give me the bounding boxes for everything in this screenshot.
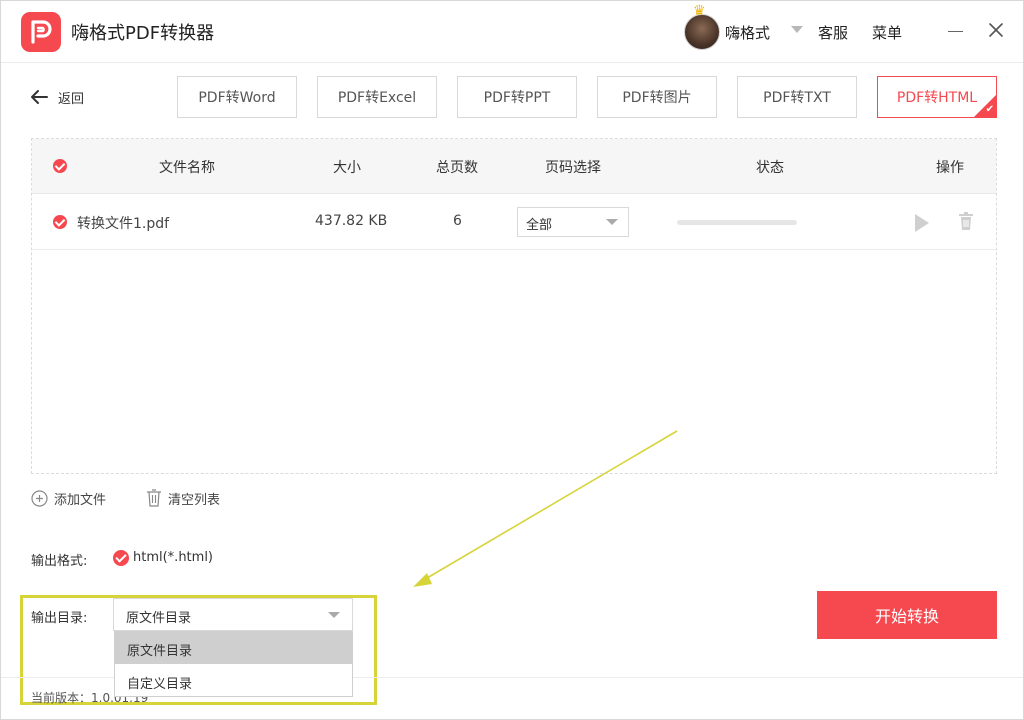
app-window: 嗨格式PDF转换器 ♛ 嗨格式 客服 菜单 返回 PDF转Word PDF转Ex… (0, 0, 1024, 720)
annotation-arrow (413, 430, 678, 587)
